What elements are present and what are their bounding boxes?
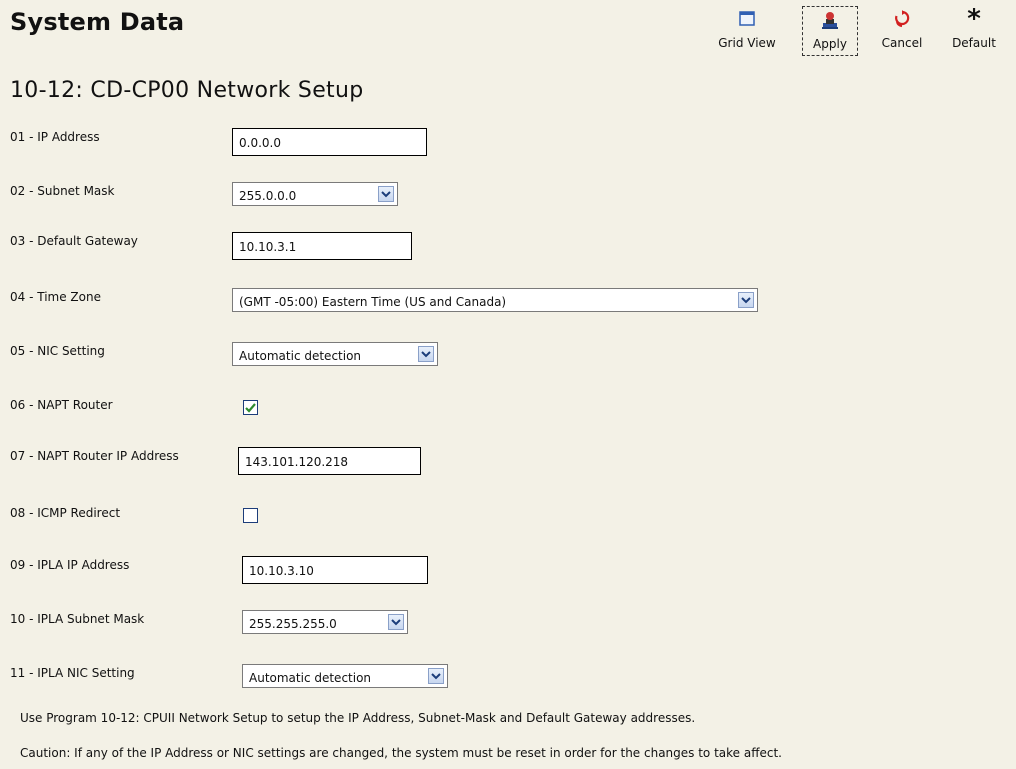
ipla-nic-row: 11 - IPLA NIC Setting Automatic detectio… bbox=[10, 664, 970, 694]
chevron-down-icon[interactable] bbox=[418, 346, 434, 362]
chevron-down-icon[interactable] bbox=[378, 186, 394, 202]
cancel-button[interactable]: Cancel bbox=[866, 6, 938, 52]
page-title: System Data bbox=[10, 8, 185, 36]
ipla-subnet-select[interactable]: 255.255.255.0 bbox=[242, 610, 408, 634]
default-gateway-label: 03 - Default Gateway bbox=[10, 234, 138, 248]
toolbar: Grid View Apply Cancel * Default bbox=[704, 6, 1010, 56]
ip-address-label: 01 - IP Address bbox=[10, 130, 100, 144]
caution-note: Caution: If any of the IP Address or NIC… bbox=[20, 746, 782, 760]
chevron-down-icon[interactable] bbox=[388, 614, 404, 630]
grid-view-label: Grid View bbox=[718, 36, 776, 50]
default-gateway-input[interactable]: 10.10.3.1 bbox=[232, 232, 412, 260]
time-zone-value: (GMT -05:00) Eastern Time (US and Canada… bbox=[239, 295, 507, 309]
ipla-nic-select[interactable]: Automatic detection bbox=[242, 664, 448, 688]
subnet-mask-label: 02 - Subnet Mask bbox=[10, 184, 115, 198]
default-asterisk-icon: * bbox=[967, 4, 981, 34]
ipla-ip-label: 09 - IPLA IP Address bbox=[10, 558, 130, 572]
ip-address-row: 01 - IP Address 0.0.0.0 bbox=[10, 128, 970, 158]
ipla-subnet-label: 10 - IPLA Subnet Mask bbox=[10, 612, 145, 626]
time-zone-label: 04 - Time Zone bbox=[10, 290, 101, 304]
chevron-down-icon[interactable] bbox=[738, 292, 754, 308]
nic-setting-select[interactable]: Automatic detection bbox=[232, 342, 438, 366]
subnet-mask-select[interactable]: 255.0.0.0 bbox=[232, 182, 398, 206]
napt-router-label: 06 - NAPT Router bbox=[10, 398, 113, 412]
grid-view-icon bbox=[739, 8, 755, 30]
napt-router-row: 06 - NAPT Router bbox=[10, 396, 970, 426]
chevron-down-icon[interactable] bbox=[428, 668, 444, 684]
icmp-redirect-checkbox[interactable] bbox=[243, 508, 258, 523]
ip-address-input[interactable]: 0.0.0.0 bbox=[232, 128, 427, 156]
nic-setting-label: 05 - NIC Setting bbox=[10, 344, 105, 358]
ipla-subnet-value: 255.255.255.0 bbox=[249, 617, 337, 631]
ipla-subnet-row: 10 - IPLA Subnet Mask 255.255.255.0 bbox=[10, 610, 970, 640]
nic-setting-value: Automatic detection bbox=[239, 349, 362, 363]
apply-button[interactable]: Apply bbox=[802, 6, 858, 56]
default-button[interactable]: * Default bbox=[938, 6, 1010, 52]
cancel-label: Cancel bbox=[881, 36, 923, 50]
usage-note: Use Program 10-12: CPUII Network Setup t… bbox=[20, 711, 696, 725]
subnet-mask-value: 255.0.0.0 bbox=[239, 189, 297, 203]
icmp-redirect-label: 08 - ICMP Redirect bbox=[10, 506, 121, 520]
default-gateway-row: 03 - Default Gateway 10.10.3.1 bbox=[10, 232, 970, 262]
time-zone-row: 04 - Time Zone (GMT -05:00) Eastern Time… bbox=[10, 288, 970, 318]
apply-icon bbox=[819, 9, 841, 31]
napt-router-ip-row: 07 - NAPT Router IP Address 143.101.120.… bbox=[10, 447, 970, 477]
apply-label: Apply bbox=[813, 37, 847, 51]
ipla-nic-value: Automatic detection bbox=[249, 671, 372, 685]
napt-router-checkbox[interactable] bbox=[243, 400, 258, 415]
time-zone-select[interactable]: (GMT -05:00) Eastern Time (US and Canada… bbox=[232, 288, 758, 312]
ipla-ip-row: 09 - IPLA IP Address 10.10.3.10 bbox=[10, 556, 970, 586]
section-title: 10-12: CD-CP00 Network Setup bbox=[10, 78, 364, 103]
nic-setting-row: 05 - NIC Setting Automatic detection bbox=[10, 342, 970, 372]
subnet-mask-row: 02 - Subnet Mask 255.0.0.0 bbox=[10, 182, 970, 212]
napt-router-ip-label: 07 - NAPT Router IP Address bbox=[10, 449, 179, 463]
ipla-nic-label: 11 - IPLA NIC Setting bbox=[10, 666, 135, 680]
default-label: Default bbox=[952, 36, 996, 50]
ipla-ip-input[interactable]: 10.10.3.10 bbox=[242, 556, 428, 584]
grid-view-button[interactable]: Grid View bbox=[704, 6, 790, 52]
checkmark-icon bbox=[245, 402, 256, 413]
cancel-icon bbox=[894, 8, 910, 30]
icmp-redirect-row: 08 - ICMP Redirect bbox=[10, 504, 970, 534]
napt-router-ip-input[interactable]: 143.101.120.218 bbox=[238, 447, 421, 475]
